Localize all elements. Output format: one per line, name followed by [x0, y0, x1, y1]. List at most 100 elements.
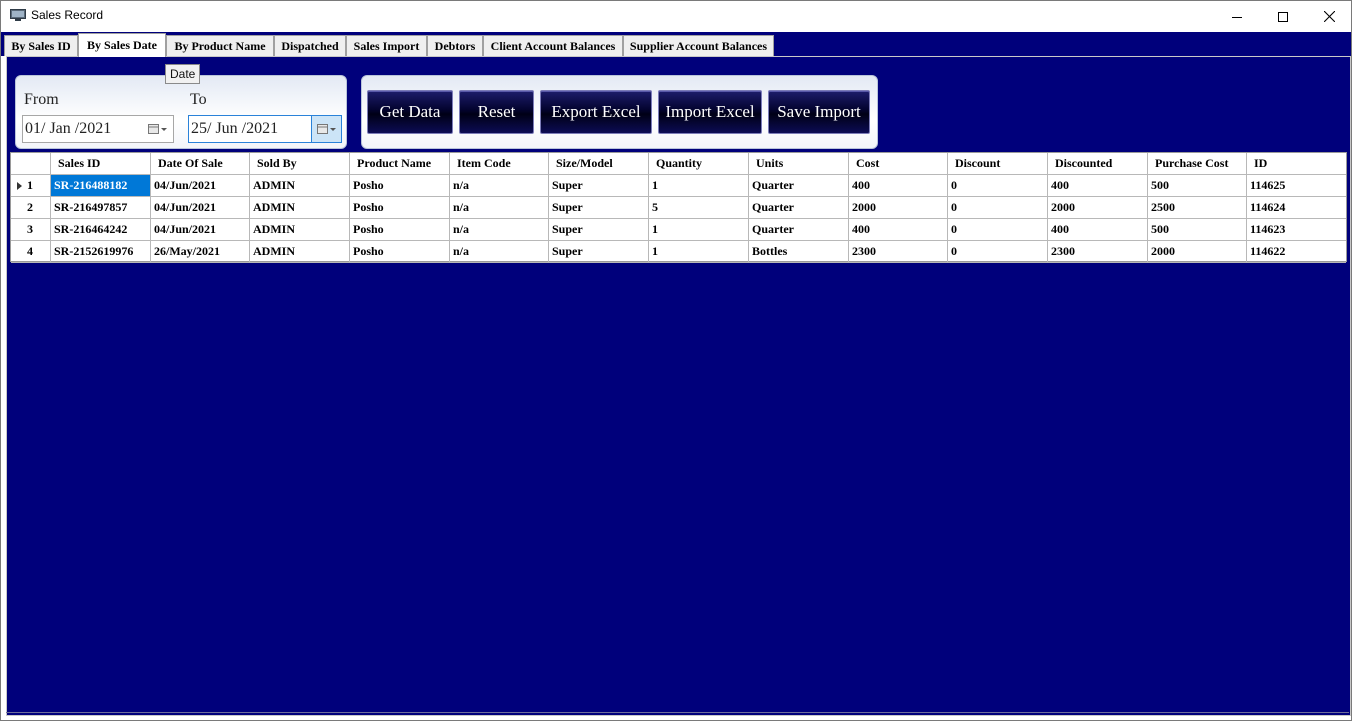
to-date-value: 25/ Jun /2021 — [191, 120, 279, 137]
table-cell[interactable]: 0 — [948, 175, 1048, 197]
row-header[interactable]: 4 — [11, 241, 51, 263]
table-cell[interactable]: 2300 — [849, 241, 948, 263]
table-cell[interactable]: 2000 — [1048, 197, 1148, 219]
table-cell[interactable]: 400 — [1048, 219, 1148, 241]
to-date-dropdown[interactable] — [311, 116, 341, 142]
table-cell[interactable]: ADMIN — [250, 175, 350, 197]
from-date-picker[interactable]: 01/ Jan /2021 — [22, 115, 174, 143]
table-cell[interactable]: Quarter — [749, 219, 849, 241]
tab-client-account-balances[interactable]: Client Account Balances — [483, 35, 623, 56]
column-header[interactable]: Sales ID — [51, 153, 151, 175]
table-cell[interactable]: Quarter — [749, 197, 849, 219]
row-header[interactable]: 1 — [11, 175, 51, 197]
column-header[interactable]: Units — [749, 153, 849, 175]
column-header[interactable]: Cost — [849, 153, 948, 175]
row-header[interactable]: 3 — [11, 219, 51, 241]
table-cell[interactable]: 400 — [849, 175, 948, 197]
from-date-dropdown[interactable] — [143, 116, 173, 142]
table-cell[interactable]: 04/Jun/2021 — [151, 197, 250, 219]
column-header[interactable]: Date Of Sale — [151, 153, 250, 175]
row-header[interactable]: 2 — [11, 197, 51, 219]
row-header-corner[interactable] — [11, 153, 51, 175]
table-row[interactable]: 1 SR-216488182 04/Jun/2021 ADMIN Posho n… — [11, 175, 1346, 197]
table-cell[interactable]: 114624 — [1247, 197, 1346, 219]
table-cell[interactable]: SR-2152619976 — [51, 241, 151, 263]
table-cell[interactable]: Super — [549, 197, 649, 219]
tab-by-product-name[interactable]: By Product Name — [166, 35, 274, 56]
column-header[interactable]: Discount — [948, 153, 1048, 175]
table-cell[interactable]: SR-216464242 — [51, 219, 151, 241]
table-cell[interactable]: ADMIN — [250, 197, 350, 219]
table-cell[interactable]: SR-216497857 — [51, 197, 151, 219]
table-cell[interactable]: Bottles — [749, 241, 849, 263]
table-cell[interactable]: 26/May/2021 — [151, 241, 250, 263]
table-cell[interactable]: ADMIN — [250, 241, 350, 263]
maximize-button[interactable] — [1260, 1, 1306, 32]
table-cell[interactable]: 5 — [649, 197, 749, 219]
table-cell[interactable]: 400 — [849, 219, 948, 241]
table-cell[interactable]: 2000 — [1148, 241, 1247, 263]
table-cell[interactable]: Super — [549, 241, 649, 263]
table-cell[interactable]: Posho — [350, 197, 450, 219]
column-header[interactable]: Quantity — [649, 153, 749, 175]
table-cell[interactable]: 114625 — [1247, 175, 1346, 197]
table-row[interactable]: 3 SR-216464242 04/Jun/2021 ADMIN Posho n… — [11, 219, 1346, 241]
table-cell[interactable]: n/a — [450, 197, 549, 219]
table-cell[interactable]: n/a — [450, 175, 549, 197]
table-cell[interactable]: 400 — [1048, 175, 1148, 197]
tab-debtors[interactable]: Debtors — [427, 35, 483, 56]
table-cell[interactable]: Super — [549, 175, 649, 197]
sales-data-grid[interactable]: Sales ID Date Of Sale Sold By Product Na… — [10, 152, 1347, 263]
table-cell[interactable]: n/a — [450, 219, 549, 241]
export-excel-button[interactable]: Export Excel — [540, 90, 652, 134]
table-row[interactable]: 2 SR-216497857 04/Jun/2021 ADMIN Posho n… — [11, 197, 1346, 219]
table-cell[interactable]: 0 — [948, 219, 1048, 241]
row-number: 1 — [27, 178, 33, 192]
table-cell[interactable]: 1 — [649, 175, 749, 197]
table-cell[interactable]: 500 — [1148, 175, 1247, 197]
tab-supplier-account-balances[interactable]: Supplier Account Balances — [623, 35, 774, 56]
column-header[interactable]: Purchase Cost — [1148, 153, 1247, 175]
tab-by-sales-date[interactable]: By Sales Date — [78, 33, 166, 57]
table-cell[interactable]: 04/Jun/2021 — [151, 219, 250, 241]
calendar-icon — [148, 124, 167, 134]
import-excel-button[interactable]: Import Excel — [658, 90, 762, 134]
column-header[interactable]: ID — [1247, 153, 1346, 175]
tab-sales-import[interactable]: Sales Import — [346, 35, 427, 56]
table-cell[interactable]: 0 — [948, 197, 1048, 219]
table-cell[interactable]: 1 — [649, 219, 749, 241]
table-cell[interactable]: Posho — [350, 175, 450, 197]
app-icon — [10, 9, 26, 21]
table-cell[interactable]: Super — [549, 219, 649, 241]
table-cell[interactable]: 2000 — [849, 197, 948, 219]
table-row[interactable]: 4 SR-2152619976 26/May/2021 ADMIN Posho … — [11, 241, 1346, 263]
tab-dispatched[interactable]: Dispatched — [274, 35, 346, 56]
column-header[interactable]: Discounted — [1048, 153, 1148, 175]
column-header[interactable]: Item Code — [450, 153, 549, 175]
get-data-button[interactable]: Get Data — [367, 90, 453, 134]
table-cell[interactable]: 114623 — [1247, 219, 1346, 241]
table-cell[interactable]: 2300 — [1048, 241, 1148, 263]
table-cell[interactable]: 114622 — [1247, 241, 1346, 263]
table-cell[interactable]: 0 — [948, 241, 1048, 263]
tab-by-sales-id[interactable]: By Sales ID — [4, 35, 78, 56]
table-cell[interactable]: 2500 — [1148, 197, 1247, 219]
minimize-button[interactable] — [1214, 1, 1260, 32]
column-header[interactable]: Product Name — [350, 153, 450, 175]
table-cell[interactable]: 500 — [1148, 219, 1247, 241]
table-cell[interactable]: Posho — [350, 219, 450, 241]
reset-button[interactable]: Reset — [459, 90, 534, 134]
table-cell[interactable]: SR-216488182 — [51, 175, 151, 197]
table-cell[interactable]: Quarter — [749, 175, 849, 197]
table-cell[interactable]: 1 — [649, 241, 749, 263]
table-cell[interactable]: n/a — [450, 241, 549, 263]
column-header[interactable]: Sold By — [250, 153, 350, 175]
sales-record-window: Sales Record By Sales ID By Sales Date B… — [0, 0, 1352, 721]
table-cell[interactable]: ADMIN — [250, 219, 350, 241]
to-date-picker[interactable]: 25/ Jun /2021 — [188, 115, 342, 143]
save-import-button[interactable]: Save Import — [768, 90, 870, 134]
close-button[interactable] — [1306, 1, 1352, 32]
table-cell[interactable]: Posho — [350, 241, 450, 263]
table-cell[interactable]: 04/Jun/2021 — [151, 175, 250, 197]
column-header[interactable]: Size/Model — [549, 153, 649, 175]
